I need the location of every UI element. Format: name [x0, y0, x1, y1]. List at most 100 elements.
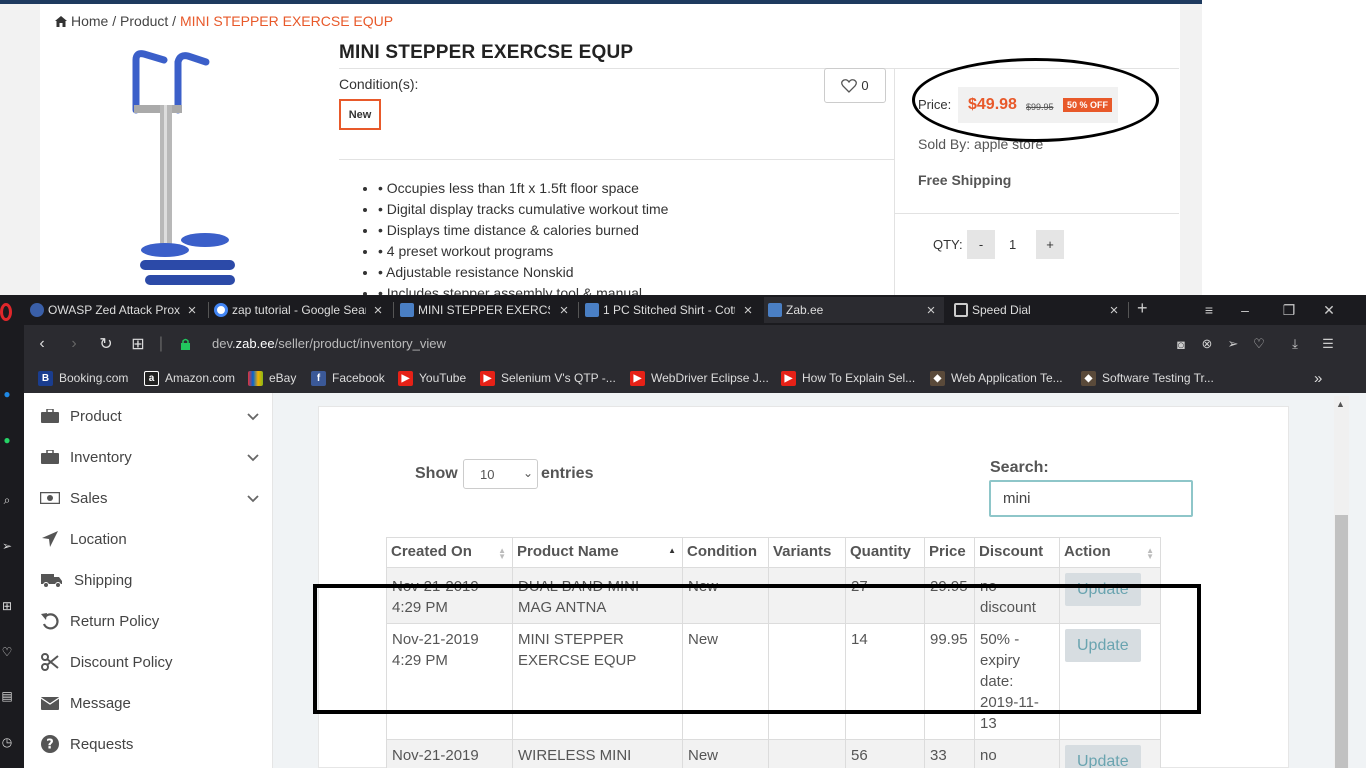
- bookmark-selenium-qtp[interactable]: ▶ Selenium V's QTP -...: [480, 369, 616, 387]
- column-header-product-name[interactable]: Product Name ▲: [512, 537, 683, 568]
- sidebar-item-label: Location: [70, 530, 127, 548]
- close-window-icon[interactable]: ✕: [1314, 297, 1344, 323]
- search-input[interactable]: mini: [989, 480, 1193, 517]
- flow-icon[interactable]: ➢: [0, 539, 14, 553]
- close-tab-icon[interactable]: ×: [184, 300, 200, 320]
- bookmark-label: Amazon.com: [165, 371, 236, 385]
- close-tab-icon[interactable]: ×: [556, 300, 572, 320]
- column-header-discount[interactable]: Discount: [974, 537, 1060, 568]
- chevron-down-icon[interactable]: [247, 453, 259, 463]
- chevron-down-icon[interactable]: [247, 494, 259, 504]
- search-icon[interactable]: ⌕: [0, 493, 14, 507]
- camera-icon[interactable]: ◙: [1172, 335, 1190, 353]
- bookmark-booking[interactable]: B Booking.com: [38, 369, 128, 387]
- tabs-grid-icon[interactable]: ⊞: [127, 333, 149, 355]
- more-bookmarks-icon[interactable]: »: [1314, 369, 1322, 387]
- column-header-quantity[interactable]: Quantity: [845, 537, 925, 568]
- sidebar-item-location[interactable]: Location: [40, 528, 127, 550]
- download-icon[interactable]: ⤓: [1286, 335, 1304, 353]
- qty-increase-button[interactable]: +: [1036, 230, 1064, 259]
- bookmark-youtube[interactable]: ▶ YouTube: [398, 369, 466, 387]
- tab-menu-icon[interactable]: ≡: [1194, 297, 1224, 323]
- tab-owasp[interactable]: OWASP Zed Attack Proxy: [30, 297, 180, 323]
- column-header-created-on[interactable]: Created On ▲ ▼: [386, 537, 513, 568]
- close-tab-icon[interactable]: ×: [740, 300, 756, 320]
- sidebar-item-inventory[interactable]: Inventory: [40, 446, 132, 468]
- sidebar-item-message[interactable]: Message: [40, 692, 131, 714]
- condition-badge[interactable]: New: [339, 99, 381, 130]
- sidebar-item-return-policy[interactable]: Return Policy: [40, 610, 159, 632]
- svg-text:?: ?: [46, 738, 54, 753]
- tab-shirt[interactable]: 1 PC Stitched Shirt - Cotton: [585, 297, 735, 323]
- heart-bookmark-icon[interactable]: ♡: [1250, 335, 1268, 353]
- new-tab-button[interactable]: +: [1137, 298, 1148, 319]
- tab-zabee[interactable]: Zab.ee: [764, 297, 944, 323]
- tab-speed-dial[interactable]: Speed Dial: [954, 297, 1104, 323]
- google-icon: [214, 303, 228, 317]
- bookmark-label: Booking.com: [59, 371, 129, 385]
- envelope-icon: [40, 694, 60, 712]
- table-row: Nov-21-2019 4:29 PM WIRELESS MINI MOUSE …: [386, 739, 1161, 768]
- column-header-action[interactable]: Action ▲ ▼: [1059, 537, 1161, 568]
- entries-select[interactable]: 10 ⌄: [463, 459, 538, 489]
- messenger-icon[interactable]: ●: [0, 387, 14, 401]
- feature-item: • Occupies less than 1ft x 1.5ft floor s…: [378, 178, 668, 199]
- restore-icon[interactable]: ❐: [1274, 297, 1304, 323]
- undo-icon: [40, 612, 60, 630]
- sidebar-item-label: Requests: [70, 735, 134, 753]
- column-header-price[interactable]: Price: [924, 537, 975, 568]
- sidebar-item-requests[interactable]: ? Requests: [40, 733, 133, 755]
- close-tab-icon[interactable]: ×: [923, 300, 939, 320]
- minimize-icon[interactable]: –: [1230, 297, 1260, 323]
- scrollbar-thumb[interactable]: [1335, 515, 1348, 768]
- reload-icon[interactable]: ↻: [95, 333, 117, 355]
- bookmark-software-testing[interactable]: ◆ Software Testing Tr...: [1081, 369, 1214, 387]
- qty-decrease-button[interactable]: -: [967, 230, 995, 259]
- whatsapp-icon[interactable]: ●: [0, 433, 14, 447]
- column-header-variants[interactable]: Variants: [768, 537, 846, 568]
- sidebar-item-sales[interactable]: Sales: [40, 487, 108, 509]
- close-tab-icon[interactable]: ×: [1106, 300, 1122, 320]
- youtube-icon: ▶: [398, 370, 413, 386]
- tab-divider: [578, 302, 579, 318]
- sidebar-item-shipping[interactable]: Shipping: [40, 569, 132, 591]
- update-button[interactable]: Update: [1065, 745, 1141, 768]
- tab-google[interactable]: zap tutorial - Google Search: [214, 297, 366, 323]
- wishlist-button[interactable]: 0: [824, 68, 886, 103]
- row-annotation-rectangle: [313, 584, 1201, 714]
- bookmark-label: How To Explain Sel...: [802, 371, 916, 385]
- history-icon[interactable]: ▤: [0, 689, 14, 703]
- bookmark-facebook[interactable]: f Facebook: [311, 369, 385, 387]
- bookmark-label: Selenium V's QTP -...: [501, 371, 616, 385]
- clock-icon[interactable]: ◷: [0, 735, 14, 749]
- url-field[interactable]: dev.zab.ee/seller/product/inventory_view: [212, 336, 446, 351]
- bookmark-web-app-testing[interactable]: ◆ Web Application Te...: [930, 369, 1063, 387]
- heart-icon[interactable]: ♡: [0, 645, 14, 659]
- column-header-condition[interactable]: Condition: [682, 537, 769, 568]
- youtube-icon: ▶: [630, 370, 645, 386]
- easy-setup-icon[interactable]: ☰: [1319, 335, 1337, 353]
- opera-logo-icon[interactable]: [0, 303, 12, 321]
- speed-dial-icon[interactable]: ⊞: [0, 599, 14, 613]
- cell-created-on: Nov-21-2019 4:29 PM: [386, 739, 513, 768]
- send-icon[interactable]: ➢: [1224, 335, 1242, 353]
- qty-value[interactable]: 1: [1009, 237, 1016, 252]
- forward-icon[interactable]: ›: [63, 333, 85, 355]
- tab-mini-stepper[interactable]: MINI STEPPER EXERCSE EQUP: [400, 297, 550, 323]
- ad-block-icon[interactable]: ⊗: [1198, 335, 1216, 353]
- tab-title: OWASP Zed Attack Proxy: [48, 303, 180, 317]
- bookmark-label: Web Application Te...: [951, 371, 1063, 385]
- sidebar-item-discount-policy[interactable]: Discount Policy: [40, 651, 173, 673]
- bookmark-ebay[interactable]: eBay: [248, 369, 296, 387]
- breadcrumb-product-link[interactable]: Product: [120, 13, 168, 29]
- scroll-up-icon[interactable]: ▲: [1336, 399, 1345, 409]
- price-annotation-ellipse: [912, 58, 1159, 142]
- sidebar-item-product[interactable]: Product: [40, 405, 122, 427]
- close-tab-icon[interactable]: ×: [370, 300, 386, 320]
- bookmark-webdriver-eclipse[interactable]: ▶ WebDriver Eclipse J...: [630, 369, 769, 387]
- bookmark-explain-selenium[interactable]: ▶ How To Explain Sel...: [781, 369, 915, 387]
- bookmark-amazon[interactable]: a Amazon.com: [144, 369, 235, 387]
- chevron-down-icon[interactable]: [247, 412, 259, 422]
- breadcrumb-home-link[interactable]: Home: [71, 13, 108, 29]
- back-icon[interactable]: ‹: [31, 333, 53, 355]
